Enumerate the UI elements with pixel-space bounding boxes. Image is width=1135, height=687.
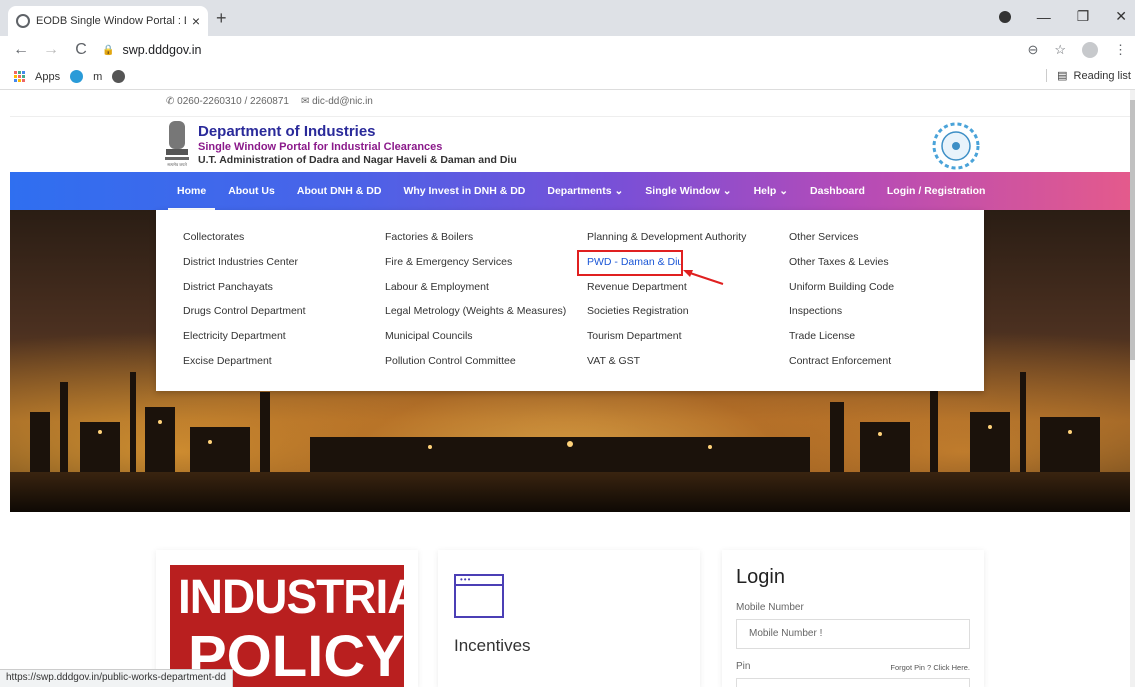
login-title: Login [736,566,785,588]
nav-item-departments[interactable]: Departments ⌄ [536,172,634,210]
m-bookmark[interactable]: m [93,71,102,83]
department-link[interactable]: Electricity Department [183,329,306,354]
nav-item-about-us[interactable]: About Us [217,172,286,210]
browser-menu-icon[interactable]: ⋮ [1114,42,1127,58]
poster-line-1: INDUSTRIAL [178,568,404,624]
department-title-block: Department of Industries Single Window P… [198,123,517,166]
dropdown-column-4: Other Services Other Taxes & Levies Unifor… [789,230,894,379]
browser-tab-bar: EODB Single Window Portal : Da × + — ❐ ✕ [0,0,1135,36]
reload-icon[interactable]: C [72,41,90,59]
national-emblem-icon: सत्यमेव जयते [165,121,189,167]
bookmark-circle-icon[interactable] [70,70,84,83]
incentives-card[interactable]: ••• Incentives [438,550,700,687]
globe-bookmark-icon[interactable] [112,70,126,83]
scrollbar-thumb[interactable] [1130,100,1135,360]
nav-item-why-invest-in-dnh-dd[interactable]: Why Invest in DNH & DD [392,172,536,210]
forward-icon[interactable]: → [42,41,60,59]
apps-bookmark[interactable]: Apps [35,71,60,83]
nav-item-help[interactable]: Help ⌄ [743,172,799,210]
star-icon[interactable]: ☆ [1054,42,1066,58]
department-link[interactable]: District Industries Center [183,255,306,280]
minimize-icon[interactable]: — [1037,9,1051,25]
restore-icon[interactable]: ❐ [1077,8,1090,25]
department-title: Department of Industries [198,123,376,140]
department-link[interactable]: Drugs Control Department [183,304,306,329]
nav-item-login-registration[interactable]: Login / Registration [876,172,997,210]
bookmarks-bar: Apps m ▤ Reading list [0,64,1135,90]
department-link[interactable]: Contract Enforcement [789,354,894,379]
administration-name: U.T. Administration of Dadra and Nagar H… [198,154,517,166]
tab-title: EODB Single Window Portal : Da [35,15,186,27]
red-arrow-annotation-icon [683,270,724,285]
department-link[interactable]: Labour & Employment [385,280,566,305]
industrial-policy-card[interactable]: INDUSTRIAL POLICY [156,550,418,687]
department-link[interactable]: Municipal Councils [385,329,566,354]
site-favicon-icon [16,14,30,28]
department-link[interactable]: Trade License [789,329,894,354]
tab-close-icon[interactable]: × [192,13,200,29]
window-controls: — ❐ ✕ [998,8,1127,25]
browser-window-icon: ••• [454,574,504,618]
dropdown-column-1: Collectorates District Industries Center D… [183,230,306,379]
email-address[interactable]: ✉ dic-dd@nic.in [301,96,373,107]
page-scrollbar[interactable] [1130,90,1135,687]
contact-info: ✆ 0260-2260310 / 2260871 ✉ dic-dd@nic.in [166,96,373,107]
pin-input[interactable] [736,678,970,687]
department-link[interactable]: Legal Metrology (Weights & Measures) [385,304,566,329]
web-page: ✆ 0260-2260310 / 2260871 ✉ dic-dd@nic.in… [10,90,1130,687]
department-link[interactable]: Inspections [789,304,894,329]
mobile-number-input[interactable]: Mobile Number ! [736,619,970,649]
portal-subtitle: Single Window Portal for Industrial Clea… [198,141,443,153]
department-link[interactable]: Other Services [789,230,894,255]
ut-seal-logo-icon [932,122,980,170]
pwd-highlight-box [577,250,683,276]
department-link[interactable]: Uniform Building Code [789,280,894,305]
main-navigation: Home About Us About DNH & DD Why Invest in … [10,172,1130,210]
status-bar-url: https://swp.dddgov.in/public-works-depar… [0,669,233,687]
department-link[interactable]: Fire & Emergency Services [385,255,566,280]
department-link[interactable]: VAT & GST [587,354,746,379]
department-link[interactable]: Collectorates [183,230,306,255]
apps-grid-icon[interactable] [14,71,25,82]
mobile-number-label: Mobile Number [736,602,804,613]
emblem-caption: सत्यमेव जयते [167,162,187,167]
nav-item-single-window[interactable]: Single Window ⌄ [634,172,742,210]
nav-item-home[interactable]: Home [166,172,217,210]
departments-dropdown-menu: Collectorates District Industries Center D… [156,210,984,391]
pin-label: Pin [736,661,751,672]
department-link[interactable]: Excise Department [183,354,306,379]
url-text: swp.dddgov.in [122,43,202,57]
department-link[interactable]: Societies Registration [587,304,746,329]
site-header: सत्यमेव जयते Department of Industries Si… [10,116,1130,172]
dropdown-column-2: Factories & Boilers Fire & Emergency Serv… [385,230,566,379]
browser-tab[interactable]: EODB Single Window Portal : Da × [8,6,208,36]
reading-list-icon: ▤ [1057,70,1068,82]
nav-item-about-dnh-dd[interactable]: About DNH & DD [286,172,393,210]
login-card: Login Mobile Number Mobile Number ! Pin … [722,550,984,687]
lock-icon: 🔒 [102,44,115,56]
back-icon[interactable]: ← [12,41,30,59]
profile-indicator-icon[interactable] [998,10,1011,23]
department-link[interactable]: Pollution Control Committee [385,354,566,379]
zoom-icon[interactable]: ⊖ [1027,42,1038,58]
url-field[interactable]: 🔒 swp.dddgov.in [102,43,201,57]
incentives-title: Incentives [454,636,531,655]
feature-cards: INDUSTRIAL POLICY ••• Incentives Login M… [10,550,1130,687]
close-window-icon[interactable]: ✕ [1115,8,1127,25]
department-link[interactable]: District Panchayats [183,280,306,305]
profile-avatar-icon[interactable] [1082,42,1098,58]
department-link[interactable]: Factories & Boilers [385,230,566,255]
nav-item-dashboard[interactable]: Dashboard [799,172,876,210]
phone-number: ✆ 0260-2260310 / 2260871 [166,96,289,107]
water-reflection-image [10,472,1130,512]
new-tab-button[interactable]: + [216,8,227,29]
reading-list-button[interactable]: ▤ Reading list [1046,69,1131,82]
department-link[interactable]: Other Taxes & Levies [789,255,894,280]
forgot-pin-link[interactable]: Forgot Pin ? Click Here. [890,663,970,672]
department-link[interactable]: Tourism Department [587,329,746,354]
address-bar: ← → C 🔒 swp.dddgov.in ⊖ ☆ ⋮ [0,36,1135,64]
